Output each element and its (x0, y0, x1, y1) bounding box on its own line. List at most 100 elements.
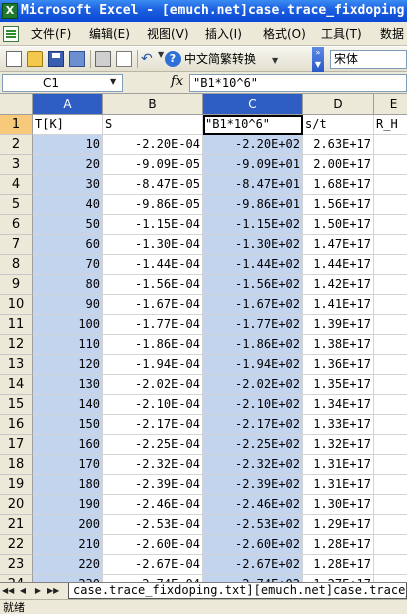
row-header[interactable]: 13 (0, 355, 33, 375)
cell-c22[interactable]: -2.60E+02 (203, 535, 303, 555)
column-header-e[interactable]: E (374, 94, 407, 115)
workbook-icon[interactable] (3, 26, 19, 42)
first-sheet-icon[interactable]: ◀◀ (2, 584, 14, 598)
cell-a3[interactable]: 20 (33, 155, 103, 175)
menu-view[interactable]: 视图(V) (147, 22, 189, 45)
help-icon[interactable]: ? (165, 51, 181, 67)
cell-b3[interactable]: -9.09E-05 (103, 155, 203, 175)
cell-c17[interactable]: -2.25E+02 (203, 435, 303, 455)
cell-d7[interactable]: 1.47E+17 (303, 235, 374, 255)
cell-a10[interactable]: 90 (33, 295, 103, 315)
cell-d17[interactable]: 1.32E+17 (303, 435, 374, 455)
cell-a2[interactable]: 10 (33, 135, 103, 155)
row-header[interactable]: 19 (0, 475, 33, 495)
cell-b24[interactable]: -2.74E-04 (103, 575, 203, 582)
new-document-icon[interactable] (6, 51, 22, 67)
cell-a7[interactable]: 60 (33, 235, 103, 255)
cell-a9[interactable]: 80 (33, 275, 103, 295)
cell-d15[interactable]: 1.34E+17 (303, 395, 374, 415)
cell-d10[interactable]: 1.41E+17 (303, 295, 374, 315)
cell-a18[interactable]: 170 (33, 455, 103, 475)
cell-b19[interactable]: -2.39E-04 (103, 475, 203, 495)
last-sheet-icon[interactable]: ▶▶ (47, 584, 59, 598)
cell-b11[interactable]: -1.77E-04 (103, 315, 203, 335)
column-header-b[interactable]: B (103, 94, 203, 115)
cell-a24[interactable]: 230 (33, 575, 103, 582)
cell-a14[interactable]: 130 (33, 375, 103, 395)
cell-d11[interactable]: 1.39E+17 (303, 315, 374, 335)
cell-b5[interactable]: -9.86E-05 (103, 195, 203, 215)
cell-a13[interactable]: 120 (33, 355, 103, 375)
cell-b6[interactable]: -1.15E-04 (103, 215, 203, 235)
cell-b15[interactable]: -2.10E-04 (103, 395, 203, 415)
cell-b1[interactable]: S (103, 115, 203, 135)
menu-edit[interactable]: 编辑(E) (89, 22, 130, 45)
cell-d16[interactable]: 1.33E+17 (303, 415, 374, 435)
cell-c10[interactable]: -1.67E+02 (203, 295, 303, 315)
row-header[interactable]: 8 (0, 255, 33, 275)
sheet-tab[interactable]: case.trace_fixdoping.txt][emuch.net]case… (68, 583, 407, 599)
cell-c7[interactable]: -1.30E+02 (203, 235, 303, 255)
row-header[interactable]: 22 (0, 535, 33, 555)
cell-d22[interactable]: 1.28E+17 (303, 535, 374, 555)
previous-sheet-icon[interactable]: ◀ (17, 584, 29, 598)
cell-c13[interactable]: -1.94E+02 (203, 355, 303, 375)
menu-file[interactable]: 文件(F) (31, 22, 71, 45)
row-header[interactable]: 18 (0, 455, 33, 475)
cell-b23[interactable]: -2.67E-04 (103, 555, 203, 575)
print-preview-icon[interactable] (116, 51, 132, 67)
cell-c4[interactable]: -8.47E+01 (203, 175, 303, 195)
cell-e14[interactable] (374, 375, 407, 395)
cell-e17[interactable] (374, 435, 407, 455)
cell-c24[interactable]: -2.74E+02 (203, 575, 303, 582)
cell-c15[interactable]: -2.10E+02 (203, 395, 303, 415)
cell-d5[interactable]: 1.56E+17 (303, 195, 374, 215)
cell-a11[interactable]: 100 (33, 315, 103, 335)
cell-c9[interactable]: -1.56E+02 (203, 275, 303, 295)
cell-e8[interactable] (374, 255, 407, 275)
cell-a17[interactable]: 160 (33, 435, 103, 455)
row-header[interactable]: 4 (0, 175, 33, 195)
cell-c2[interactable]: -2.20E+02 (203, 135, 303, 155)
cell-b12[interactable]: -1.86E-04 (103, 335, 203, 355)
row-header[interactable]: 5 (0, 195, 33, 215)
row-header[interactable]: 20 (0, 495, 33, 515)
cell-b10[interactable]: -1.67E-04 (103, 295, 203, 315)
select-all-corner[interactable] (0, 94, 33, 115)
cell-e15[interactable] (374, 395, 407, 415)
cell-d13[interactable]: 1.36E+17 (303, 355, 374, 375)
name-box[interactable]: C1 (2, 74, 123, 92)
undo-dropdown-icon[interactable]: ▼ (158, 50, 164, 59)
formula-input[interactable]: "B1*10^6" (189, 74, 407, 92)
row-header[interactable]: 2 (0, 135, 33, 155)
cell-c1[interactable]: "B1*10^6" (203, 115, 303, 135)
cell-c11[interactable]: -1.77E+02 (203, 315, 303, 335)
cell-d12[interactable]: 1.38E+17 (303, 335, 374, 355)
cell-c12[interactable]: -1.86E+02 (203, 335, 303, 355)
column-header-c[interactable]: C (203, 94, 303, 115)
chinese-convert-button[interactable]: 中文简繁转换 (184, 47, 256, 71)
cell-d8[interactable]: 1.44E+17 (303, 255, 374, 275)
cell-e18[interactable] (374, 455, 407, 475)
cell-c6[interactable]: -1.15E+02 (203, 215, 303, 235)
cell-b8[interactable]: -1.44E-04 (103, 255, 203, 275)
cell-e11[interactable] (374, 315, 407, 335)
cell-a23[interactable]: 220 (33, 555, 103, 575)
cell-d21[interactable]: 1.29E+17 (303, 515, 374, 535)
cell-c23[interactable]: -2.67E+02 (203, 555, 303, 575)
cell-c19[interactable]: -2.39E+02 (203, 475, 303, 495)
row-header[interactable]: 15 (0, 395, 33, 415)
cell-b13[interactable]: -1.94E-04 (103, 355, 203, 375)
row-header[interactable]: 21 (0, 515, 33, 535)
row-header[interactable]: 1 (0, 115, 33, 135)
cell-e16[interactable] (374, 415, 407, 435)
cell-b17[interactable]: -2.25E-04 (103, 435, 203, 455)
name-box-dropdown-icon[interactable]: ▼ (110, 77, 116, 86)
cell-c5[interactable]: -9.86E+01 (203, 195, 303, 215)
cell-c8[interactable]: -1.44E+02 (203, 255, 303, 275)
cell-e23[interactable] (374, 555, 407, 575)
row-header[interactable]: 23 (0, 555, 33, 575)
cell-d14[interactable]: 1.35E+17 (303, 375, 374, 395)
cell-b7[interactable]: -1.30E-04 (103, 235, 203, 255)
cell-e19[interactable] (374, 475, 407, 495)
